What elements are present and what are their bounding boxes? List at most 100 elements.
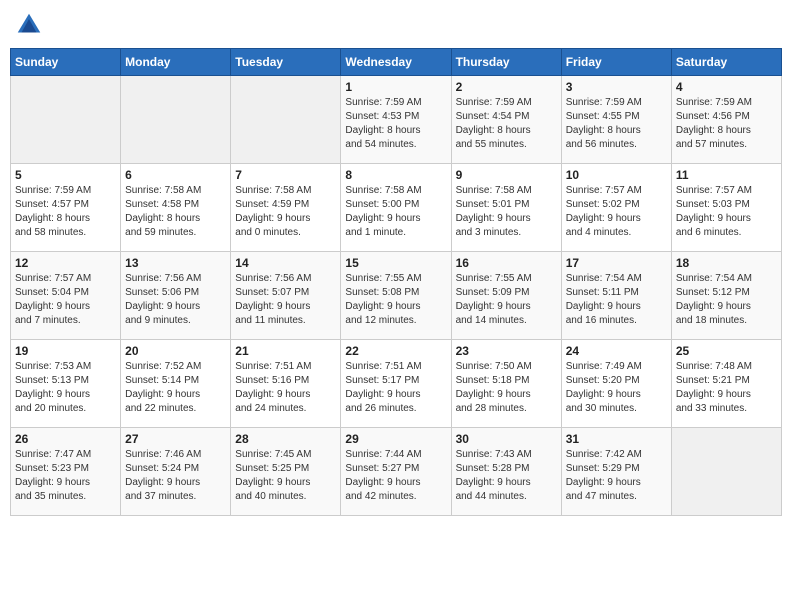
day-number: 15 [345,256,446,270]
weekday-header: Thursday [451,49,561,76]
day-number: 25 [676,344,777,358]
weekday-header: Friday [561,49,671,76]
day-info: Sunrise: 7:58 AM Sunset: 4:58 PM Dayligh… [125,184,226,240]
calendar-cell: 14Sunrise: 7:56 AM Sunset: 5:07 PM Dayli… [231,252,341,340]
calendar-cell: 18 Sunrise: 7:54 AM Sunset: 5:12 PM Dayli… [671,252,781,340]
calendar-table: SundayMondayTuesdayWednesdayThursdayFrid… [10,48,782,516]
calendar-week-row: 12 Sunrise: 7:57 AM Sunset: 5:04 PM Dayli… [11,252,782,340]
day-info: Sunrise: 7:42 AM Sunset: 5:29 PM Dayligh… [566,448,667,504]
day-info: Sunrise: 7:59 AM Sunset: 4:57 PM Dayligh… [15,184,116,240]
day-info: Sunrise: 7:44 AM Sunset: 5:27 PM Dayligh… [345,448,446,504]
day-info: Sunrise: 7:57 AM Sunset: 5:03 PM Dayligh… [676,184,777,240]
day-number: 13 [125,256,226,270]
day-info: Sunrise: 7:59 AM Sunset: 4:53 PM Dayligh… [345,96,446,152]
calendar-cell: 10 Sunrise: 7:57 AM Sunset: 5:02 PM Dayli… [561,164,671,252]
day-number: 24 [566,344,667,358]
calendar-cell [231,76,341,164]
calendar-cell [671,428,781,516]
day-number: 30 [456,432,557,446]
calendar-cell: 8 Sunrise: 7:58 AM Sunset: 5:00 PM Daylig… [341,164,451,252]
day-info: Sunrise: 7:49 AM Sunset: 5:20 PM Dayligh… [566,360,667,416]
logo-icon [14,10,44,40]
weekday-header: Wednesday [341,49,451,76]
day-number: 14 [235,256,336,270]
calendar-cell: 13 Sunrise: 7:56 AM Sunset: 5:06 PM Dayli… [121,252,231,340]
calendar-cell: 22 Sunrise: 7:51 AM Sunset: 5:17 PM Dayli… [341,340,451,428]
calendar-cell: 23 Sunrise: 7:50 AM Sunset: 5:18 PM Dayli… [451,340,561,428]
calendar-cell: 19 Sunrise: 7:53 AM Sunset: 5:13 PM Dayli… [11,340,121,428]
day-info: Sunrise: 7:55 AM Sunset: 5:09 PM Dayligh… [456,272,557,328]
day-number: 19 [15,344,116,358]
calendar-cell: 31 Sunrise: 7:42 AM Sunset: 5:29 PM Dayli… [561,428,671,516]
calendar-cell: 15 Sunrise: 7:55 AM Sunset: 5:08 PM Dayli… [341,252,451,340]
day-info: Sunrise: 7:46 AM Sunset: 5:24 PM Dayligh… [125,448,226,504]
day-info: Sunrise: 7:43 AM Sunset: 5:28 PM Dayligh… [456,448,557,504]
weekday-header: Tuesday [231,49,341,76]
day-number: 3 [566,80,667,94]
calendar-cell: 24 Sunrise: 7:49 AM Sunset: 5:20 PM Dayli… [561,340,671,428]
day-info: Sunrise: 7:56 AM Sunset: 5:06 PM Dayligh… [125,272,226,328]
calendar-body: 1 Sunrise: 7:59 AM Sunset: 4:53 PM Daylig… [11,76,782,516]
day-number: 8 [345,168,446,182]
day-info: Sunrise: 7:47 AM Sunset: 5:23 PM Dayligh… [15,448,116,504]
day-number: 23 [456,344,557,358]
day-number: 11 [676,168,777,182]
day-number: 7 [235,168,336,182]
calendar-cell: 20 Sunrise: 7:52 AM Sunset: 5:14 PM Dayli… [121,340,231,428]
day-number: 16 [456,256,557,270]
calendar-cell: 25 Sunrise: 7:48 AM Sunset: 5:21 PM Dayli… [671,340,781,428]
day-number: 17 [566,256,667,270]
calendar-header: SundayMondayTuesdayWednesdayThursdayFrid… [11,49,782,76]
calendar-cell: 12 Sunrise: 7:57 AM Sunset: 5:04 PM Dayli… [11,252,121,340]
day-info: Sunrise: 7:52 AM Sunset: 5:14 PM Dayligh… [125,360,226,416]
day-number: 6 [125,168,226,182]
calendar-cell: 6 Sunrise: 7:58 AM Sunset: 4:58 PM Daylig… [121,164,231,252]
logo [14,10,48,40]
day-info: Sunrise: 7:51 AM Sunset: 5:16 PM Dayligh… [235,360,336,416]
day-number: 31 [566,432,667,446]
day-info: Sunrise: 7:48 AM Sunset: 5:21 PM Dayligh… [676,360,777,416]
calendar-cell: 30 Sunrise: 7:43 AM Sunset: 5:28 PM Dayli… [451,428,561,516]
day-info: Sunrise: 7:58 AM Sunset: 5:00 PM Dayligh… [345,184,446,240]
calendar-week-row: 5 Sunrise: 7:59 AM Sunset: 4:57 PM Daylig… [11,164,782,252]
weekday-header: Saturday [671,49,781,76]
calendar-cell: 21 Sunrise: 7:51 AM Sunset: 5:16 PM Dayli… [231,340,341,428]
calendar-cell: 28Sunrise: 7:45 AM Sunset: 5:25 PM Dayli… [231,428,341,516]
calendar-cell: 17 Sunrise: 7:54 AM Sunset: 5:11 PM Dayli… [561,252,671,340]
day-number: 27 [125,432,226,446]
calendar-cell: 11 Sunrise: 7:57 AM Sunset: 5:03 PM Dayli… [671,164,781,252]
day-number: 5 [15,168,116,182]
calendar-cell: 4Sunrise: 7:59 AM Sunset: 4:56 PM Daylig… [671,76,781,164]
calendar-cell [11,76,121,164]
day-info: Sunrise: 7:54 AM Sunset: 5:11 PM Dayligh… [566,272,667,328]
calendar-cell: 16 Sunrise: 7:55 AM Sunset: 5:09 PM Dayli… [451,252,561,340]
day-info: Sunrise: 7:53 AM Sunset: 5:13 PM Dayligh… [15,360,116,416]
day-number: 29 [345,432,446,446]
calendar-cell: 5 Sunrise: 7:59 AM Sunset: 4:57 PM Daylig… [11,164,121,252]
calendar-cell: 1 Sunrise: 7:59 AM Sunset: 4:53 PM Daylig… [341,76,451,164]
day-number: 18 [676,256,777,270]
day-info: Sunrise: 7:57 AM Sunset: 5:04 PM Dayligh… [15,272,116,328]
day-number: 1 [345,80,446,94]
page-header [10,10,782,40]
day-info: Sunrise: 7:54 AM Sunset: 5:12 PM Dayligh… [676,272,777,328]
day-info: Sunrise: 7:50 AM Sunset: 5:18 PM Dayligh… [456,360,557,416]
calendar-cell: 27 Sunrise: 7:46 AM Sunset: 5:24 PM Dayli… [121,428,231,516]
calendar-cell: 26 Sunrise: 7:47 AM Sunset: 5:23 PM Dayli… [11,428,121,516]
calendar-week-row: 19 Sunrise: 7:53 AM Sunset: 5:13 PM Dayli… [11,340,782,428]
weekday-header: Monday [121,49,231,76]
day-number: 9 [456,168,557,182]
day-number: 10 [566,168,667,182]
calendar-cell: 7Sunrise: 7:58 AM Sunset: 4:59 PM Daylig… [231,164,341,252]
day-info: Sunrise: 7:51 AM Sunset: 5:17 PM Dayligh… [345,360,446,416]
day-number: 22 [345,344,446,358]
day-info: Sunrise: 7:55 AM Sunset: 5:08 PM Dayligh… [345,272,446,328]
day-info: Sunrise: 7:57 AM Sunset: 5:02 PM Dayligh… [566,184,667,240]
weekday-header: Sunday [11,49,121,76]
day-info: Sunrise: 7:58 AM Sunset: 5:01 PM Dayligh… [456,184,557,240]
day-number: 12 [15,256,116,270]
day-number: 26 [15,432,116,446]
day-number: 20 [125,344,226,358]
day-number: 21 [235,344,336,358]
calendar-week-row: 1 Sunrise: 7:59 AM Sunset: 4:53 PM Daylig… [11,76,782,164]
